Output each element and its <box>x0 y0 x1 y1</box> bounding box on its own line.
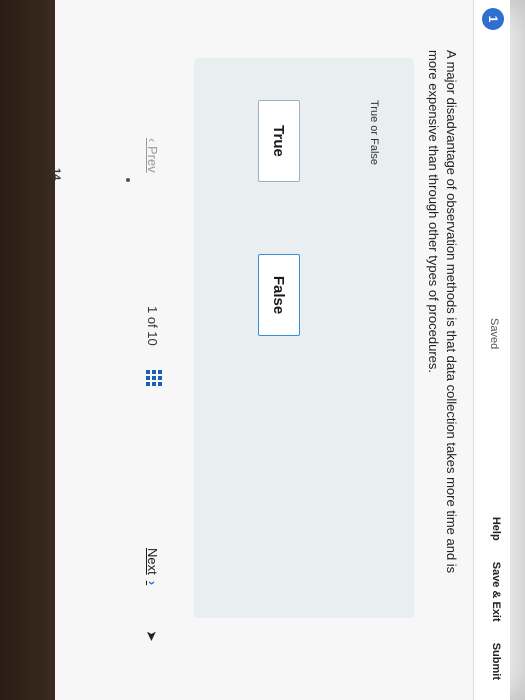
step-badge: 1 <box>482 8 504 30</box>
help-link[interactable]: Help <box>490 517 502 541</box>
dust-dot <box>126 178 130 182</box>
next-link[interactable]: Next › <box>145 548 160 585</box>
submit-link[interactable]: Submit <box>490 643 502 680</box>
true-option-button[interactable]: True <box>258 100 300 182</box>
quiz-page: 1 Saved Help Save & Exit Submit A major … <box>55 0 510 700</box>
mouse-cursor-icon: ➤ <box>144 630 160 642</box>
save-exit-link[interactable]: Save & Exit <box>490 562 502 622</box>
false-option-button[interactable]: False <box>258 254 300 336</box>
screen: 1 Saved Help Save & Exit Submit A major … <box>55 0 525 700</box>
question-type-label: True or False <box>368 100 380 166</box>
prev-label: Prev <box>145 145 160 173</box>
prev-link[interactable]: ‹ Prev <box>145 138 160 173</box>
side-number: 14 <box>50 168 62 181</box>
question-text: A major disadvantage of observation meth… <box>426 50 459 574</box>
chevron-right-icon: › <box>145 580 160 586</box>
question-grid-icon[interactable] <box>146 370 162 386</box>
top-menu: Help Save & Exit Submit <box>490 499 502 680</box>
answer-panel <box>194 58 414 618</box>
next-label: Next <box>145 548 160 575</box>
saved-status: Saved <box>488 318 500 350</box>
bottom-nav: ‹ Prev 1 of 10 Next › <box>130 0 170 700</box>
page-indicator: 1 of 10 <box>145 306 160 346</box>
top-bar: 1 Saved Help Save & Exit Submit <box>473 0 510 700</box>
acer-logo: acer <box>0 290 10 406</box>
